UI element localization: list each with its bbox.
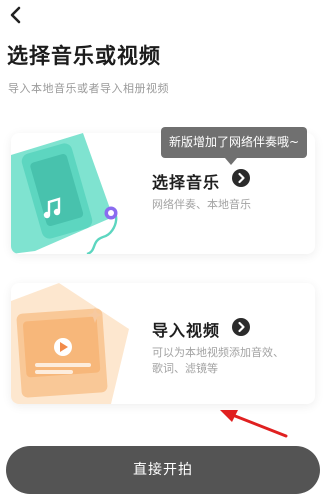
import-video-description: 可以为本地视频添加音效、歌词、滤镜等: [152, 346, 284, 375]
import-video-title: 导入视频: [152, 321, 221, 340]
start-shooting-button[interactable]: 直接开拍: [6, 446, 320, 494]
chevron-right-icon[interactable]: [232, 169, 250, 187]
chevron-left-icon: [10, 6, 21, 24]
back-button[interactable]: [6, 5, 26, 25]
import-video-card[interactable]: 导入视频 可以为本地视频添加音效、歌词、滤镜等: [11, 283, 315, 404]
tooltip-pointer: [225, 158, 237, 165]
chevron-right-icon[interactable]: [232, 318, 250, 336]
select-music-description: 网络伴奏、本地音乐: [152, 198, 251, 211]
page-title: 选择音乐或视频: [7, 44, 161, 68]
new-feature-tooltip: 新版增加了网络伴奏哦~: [161, 127, 308, 158]
annotation-arrow-icon: [220, 410, 288, 438]
music-phone-illustration: [11, 133, 118, 254]
video-phone-illustration: [11, 283, 129, 404]
page-subtitle: 导入本地音乐或者导入相册视频: [8, 82, 169, 95]
select-music-title: 选择音乐: [152, 173, 221, 192]
